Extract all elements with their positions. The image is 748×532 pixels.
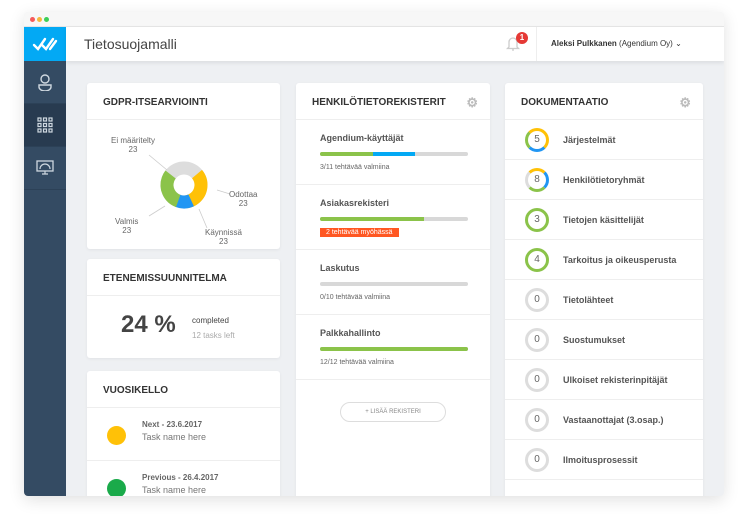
app-window: Tietosuojamalli 1 Aleksi Pulkkanen (Agen… [24,12,724,496]
doc-name: Ulkoiset rekisterinpitäjät [563,374,668,385]
logo-icon[interactable] [24,27,66,61]
plan-card: ETENEMISSUUNNITELMA 24 % completed 12 ta… [87,259,280,358]
count-ring: 0 [525,367,549,392]
plan-title: ETENEMISSUUNNITELMA [87,259,280,296]
sidebar [24,27,66,496]
item-kind: Next [142,420,160,429]
vuosikello-card: VUOSIKELLO Next - 23.6.2017 Task name her… [87,371,280,496]
count-ring: 0 [525,327,549,352]
register-name: Palkkahallinto [320,328,381,338]
plan-percent: 24 % [121,311,176,338]
gear-icon[interactable]: ⚙ [466,95,478,111]
doc-name: Ilmoitusprosessit [563,454,638,465]
doc-name: Suostumukset [563,334,626,345]
add-register-button[interactable]: + LISÄÄ REKISTERI [340,402,446,422]
value-odottaa: 23 [238,199,248,208]
vuosikello-title: VUOSIKELLO [87,371,280,408]
doc-item[interactable]: 0 Vastaanottajat (3.osap.) [505,400,703,440]
top-header: Tietosuojamalli 1 Aleksi Pulkkanen (Agen… [66,27,724,61]
register-item[interactable]: Asiakasrekisteri 2 tehtävää myöhässä [296,185,490,250]
plan-completed: completed [192,316,229,325]
docs-card: DOKUMENTAATIO ⚙ 5 Järjestelmät 8 Henkilötiet… [505,83,703,496]
item-task: Task name here [142,485,207,495]
vuosikello-item[interactable]: Next - 23.6.2017 Task name here [87,408,280,461]
doc-item[interactable]: 5 Järjestelmät [505,120,703,160]
label-ei-maaritelty: Ei määritelty [111,136,156,145]
register-status: 12/12 tehtävää valmiina [320,359,394,366]
count-ring: 3 [525,207,549,232]
label-valmis: Valmis [115,217,139,226]
register-name: Laskutus [320,263,360,273]
chevron-down-icon: ⌄ [675,39,682,48]
registers-title-text: HENKILÖTIETOREKISTERIT [312,97,446,108]
docs-title-text: DOKUMENTAATIO [521,97,609,108]
register-item[interactable]: Agendium-käyttäjät 3/11 tehtävää valmiina [296,120,490,185]
doc-item[interactable]: 8 Henkilötietoryhmät [505,160,703,200]
status-dot [107,479,126,496]
item-date: - 23.6.2017 [161,420,203,429]
doc-name: Henkilötietoryhmät [563,174,645,185]
item-task: Task name here [142,432,207,442]
doc-item[interactable]: 0 Tietolähteet [505,280,703,320]
registers-card: HENKILÖTIETOREKISTERIT ⚙ Agendium-käyttäj… [296,83,490,496]
user-org: (Agendium Oy) [619,39,673,48]
doc-name: Vastaanottajat (3.osap.) [563,414,664,425]
register-name: Asiakasrekisteri [320,198,390,208]
doc-item[interactable]: 4 Tarkoitus ja oikeusperusta [505,240,703,280]
register-progress [320,152,468,156]
doc-name: Tietojen käsittelijät [563,214,644,225]
gear-icon[interactable]: ⚙ [679,95,691,111]
nav-user-icon[interactable] [24,61,66,104]
nav-monitor-icon[interactable] [24,147,66,190]
register-progress [320,217,468,221]
count-ring: 8 [525,167,549,192]
doc-name: Tietolähteet [563,294,614,305]
notification-badge[interactable]: 1 [516,32,528,44]
count-ring: 0 [525,447,549,472]
register-item[interactable]: Laskutus 0/10 tehtävää valmiina [296,250,490,315]
user-name: Aleksi Pulkkanen [551,39,617,48]
register-item[interactable]: Palkkahallinto 12/12 tehtävää valmiina [296,315,490,380]
close-dot[interactable] [30,17,35,22]
minimize-dot[interactable] [37,17,42,22]
count-ring: 0 [525,287,549,312]
value-ei-maaritelty: 23 [128,145,138,154]
count-ring: 0 [525,407,549,432]
vuosikello-item[interactable]: Previous - 26.4.2017 Task name here [87,461,280,496]
count-ring: 4 [525,247,549,272]
page-title: Tietosuojamalli [84,36,177,52]
gdpr-title: GDPR-ITSEARVIOINTI [87,83,280,120]
user-menu[interactable]: Aleksi Pulkkanen (Agendium Oy) ⌄ [536,27,682,61]
docs-title: DOKUMENTAATIO ⚙ [505,83,703,120]
label-kaynnissa: Käynnissä [205,228,242,237]
item-kind: Previous [142,473,176,482]
register-name: Agendium-käyttäjät [320,133,404,143]
value-valmis: 23 [122,226,132,235]
gdpr-card: GDPR-ITSEARVIOINTI Ei määritelty 23 Odott… [87,83,280,249]
late-badge: 2 tehtävää myöhässä [320,228,399,237]
count-ring: 5 [525,127,549,152]
plan-left: 12 tasks left [192,331,235,340]
window-titlebar [24,12,724,27]
doc-item[interactable]: 0 Suostumukset [505,320,703,360]
maximize-dot[interactable] [44,17,49,22]
value-kaynnissa: 23 [219,237,228,246]
register-progress [320,282,468,286]
registers-title: HENKILÖTIETOREKISTERIT ⚙ [296,83,490,120]
register-status: 0/10 tehtävää valmiina [320,294,391,301]
register-progress [320,347,468,351]
status-dot [107,426,126,445]
doc-item[interactable]: 3 Tietojen käsittelijät [505,200,703,240]
doc-name: Järjestelmät [563,134,616,145]
register-status: 3/11 tehtävää valmiina [320,164,390,171]
doc-item[interactable]: 0 Ulkoiset rekisterinpitäjät [505,360,703,400]
nav-grid-icon[interactable] [24,104,66,147]
item-date: - 26.4.2017 [178,473,219,482]
doc-name: Tarkoitus ja oikeusperusta [563,254,677,265]
doc-item[interactable]: 0 Ilmoitusprosessit [505,440,703,480]
label-odottaa: Odottaa [229,190,258,199]
